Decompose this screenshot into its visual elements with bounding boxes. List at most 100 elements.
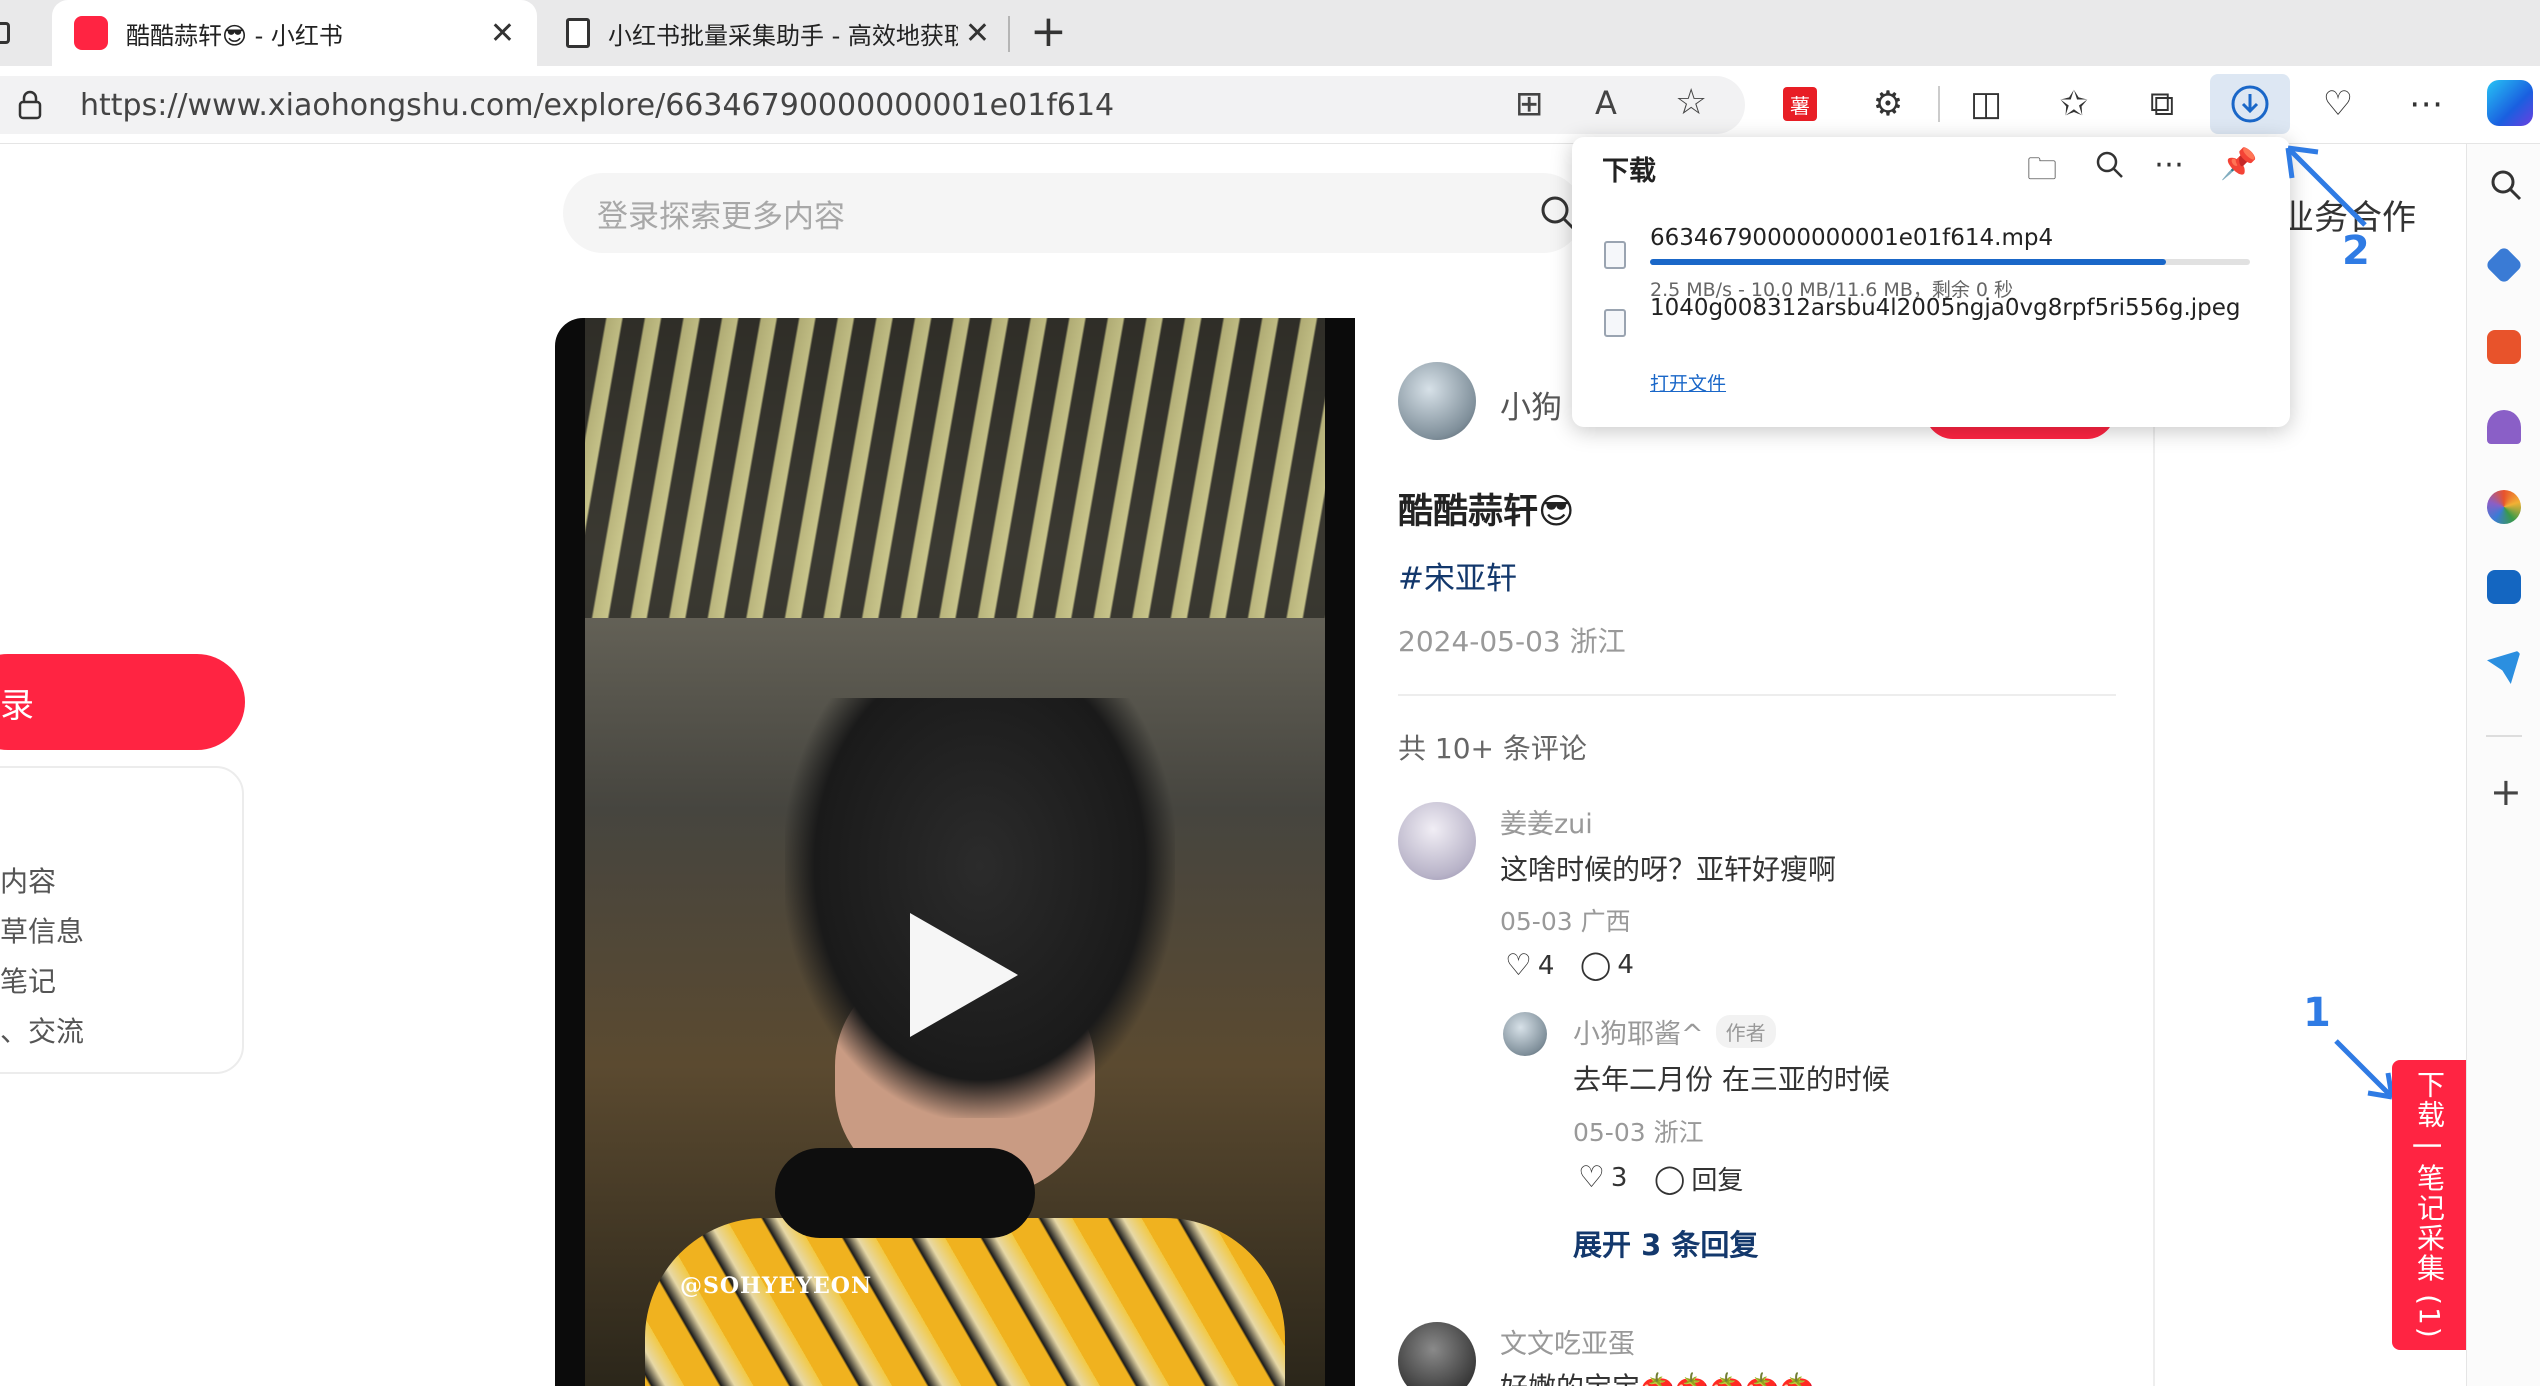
- note-title: 酷酷蒜轩😎: [1398, 492, 1575, 532]
- feature-card: 质内容 拔草信息 的笔记 动、交流: [0, 766, 244, 1074]
- commenter-avatar[interactable]: [1398, 802, 1476, 880]
- games-icon[interactable]: [2487, 410, 2521, 444]
- favorite-star-icon[interactable]: ☆: [1675, 82, 1707, 123]
- reply-button[interactable]: ◯ 回复: [1654, 1160, 1743, 1197]
- annotation-one: 1: [2303, 990, 2331, 1036]
- favorites-icon[interactable]: ✩: [2048, 78, 2100, 130]
- page-icon: [566, 18, 590, 48]
- download-progress-bar: [1650, 259, 2166, 265]
- image-file-icon: [1604, 309, 1626, 337]
- note-date-location: 2024-05-03 浙江: [1398, 625, 1626, 658]
- comment-bubble-icon: ◯: [1654, 1162, 1686, 1195]
- reply-meta: 05-03 浙江: [1573, 1118, 1704, 1147]
- url-text: https://www.xiaohongshu.com/explore/6634…: [80, 87, 1115, 123]
- feature-item: 的笔记: [0, 965, 57, 998]
- video-background: [585, 318, 1325, 618]
- search-downloads-icon[interactable]: [2094, 149, 2126, 185]
- video-player[interactable]: @SOHYEYEON: [555, 318, 1355, 1386]
- downloads-title: 下载: [1602, 156, 1656, 187]
- tab-title: 酷酷蒜轩😎 - 小红书: [126, 21, 343, 50]
- open-file-link[interactable]: 打开文件: [1650, 369, 1726, 396]
- outlook-icon[interactable]: [2487, 570, 2521, 604]
- annotation-arrow-one: [2334, 1039, 2395, 1100]
- commenter-name[interactable]: 姜姜zui: [1500, 802, 1593, 841]
- comment-count: 共 10+ 条评论: [1398, 732, 1587, 765]
- browser-essentials-icon[interactable]: ♡: [2312, 78, 2364, 130]
- close-icon[interactable]: ✕: [490, 16, 515, 51]
- read-aloud-icon[interactable]: A: [1595, 84, 1617, 122]
- collections-icon[interactable]: ⧉: [2136, 78, 2188, 130]
- replier-avatar[interactable]: [1503, 1012, 1547, 1056]
- app-available-icon[interactable]: ⊞: [1515, 84, 1544, 124]
- tools-icon[interactable]: [2487, 330, 2521, 364]
- feature-item: 拔草信息: [0, 915, 85, 948]
- annotation-arrow-two: [2285, 145, 2367, 227]
- reply-label: 回复: [1691, 1166, 1744, 1196]
- reply-text: 去年二月份 在三亚的时候: [1573, 1063, 1890, 1096]
- comment-like[interactable]: ♡ 4: [1505, 948, 1554, 983]
- download-progress-track: [1650, 259, 2250, 265]
- tab-actions-icon[interactable]: [0, 22, 10, 44]
- extension-xhs-icon[interactable]: 薯: [1774, 78, 1826, 130]
- search-bar[interactable]: 登录探索更多内容: [563, 173, 1583, 253]
- comment-text: 好嫩的宝宝🍅🍅🍅🍅🍅: [1500, 1366, 1814, 1386]
- commenter-name[interactable]: 文文吃亚蛋: [1500, 1322, 1635, 1361]
- video-subject-glasses: [775, 1148, 1035, 1238]
- like-count: 4: [1537, 950, 1555, 981]
- tab-divider: [1008, 16, 1010, 52]
- reply-count: 4: [1617, 949, 1634, 980]
- split-screen-icon[interactable]: ◫: [1960, 78, 2012, 130]
- comment-meta: 05-03 广西: [1500, 907, 1631, 936]
- video-subject-shirt: [645, 1218, 1285, 1386]
- reply-header: 小狗耶酱^ 作者: [1573, 1012, 1776, 1051]
- note-tag[interactable]: #宋亚轩: [1398, 553, 1517, 598]
- lock-icon[interactable]: [18, 90, 42, 120]
- heart-icon: ♡: [1505, 948, 1532, 983]
- sidebar-search-icon[interactable]: [2489, 168, 2523, 206]
- downloads-button[interactable]: [2210, 74, 2290, 134]
- more-options-icon[interactable]: ⋯: [2400, 78, 2452, 130]
- downloads-flyout: 下载 🗀 ⋯ 📌 66346790000000001e01f614.mp4 2.…: [1572, 137, 2290, 427]
- close-icon[interactable]: ✕: [965, 16, 990, 51]
- reply-like[interactable]: ♡ 3: [1578, 1160, 1627, 1195]
- xiaohongshu-logo-icon: [74, 16, 108, 50]
- toolbar-divider: [1938, 86, 1940, 122]
- download-icon: [2231, 85, 2269, 123]
- video-watermark: @SOHYEYEON: [680, 1273, 873, 1299]
- login-label: 录: [0, 685, 34, 726]
- play-icon[interactable]: [910, 913, 1018, 1037]
- download-filename[interactable]: 1040g008312arsbu4l2005ngja0vg8rpf5ri556g…: [1650, 295, 2241, 321]
- new-tab-icon[interactable]: +: [1030, 6, 1067, 57]
- video-subject-hair: [785, 698, 1175, 1118]
- feature-item: 质内容: [0, 865, 57, 898]
- author-badge: 作者: [1715, 1015, 1776, 1048]
- author-name[interactable]: 小狗: [1500, 382, 1562, 427]
- video-frame: @SOHYEYEON: [585, 318, 1325, 1386]
- comment-bubble-icon: ◯: [1580, 948, 1612, 981]
- download-filename[interactable]: 66346790000000001e01f614.mp4: [1650, 225, 2053, 251]
- pin-icon[interactable]: 📌: [2220, 147, 2257, 182]
- comment-reply[interactable]: ◯ 4: [1580, 948, 1634, 981]
- more-options-icon[interactable]: ⋯: [2154, 147, 2184, 182]
- extension-button-label: 下载 | 笔记采集 (1): [2413, 1070, 2446, 1340]
- address-bar[interactable]: https://www.xiaohongshu.com/explore/6634…: [0, 76, 1745, 134]
- open-folder-icon[interactable]: 🗀: [2027, 147, 2057, 198]
- heart-icon: ♡: [1578, 1160, 1605, 1195]
- video-file-icon: [1604, 241, 1626, 269]
- expand-replies[interactable]: 展开 3 条回复: [1573, 1222, 1758, 1264]
- tab-collector[interactable]: 小红书批量采集助手 - 高效地获取 ✕: [548, 0, 1008, 66]
- author-avatar[interactable]: [1398, 362, 1476, 440]
- add-sidebar-app-icon[interactable]: +: [2490, 770, 2522, 814]
- replier-name[interactable]: 小狗耶酱^: [1573, 1012, 1704, 1051]
- microsoft365-icon[interactable]: [2487, 490, 2521, 524]
- login-button[interactable]: 录: [0, 654, 245, 750]
- copilot-icon[interactable]: [2487, 80, 2533, 126]
- tab-xiaohongshu[interactable]: 酷酷蒜轩😎 - 小红书 ✕: [52, 0, 537, 66]
- comment-text: 这啥时候的呀？亚轩好瘦啊: [1500, 853, 1837, 886]
- sidebar-divider: [2486, 735, 2522, 737]
- feature-item: 动、交流: [0, 1015, 85, 1048]
- note-collect-download-button[interactable]: 下载 | 笔记采集 (1): [2392, 1060, 2466, 1350]
- like-count: 3: [1610, 1162, 1628, 1193]
- extensions-puzzle-icon[interactable]: ⚙: [1862, 78, 1914, 130]
- search-placeholder: 登录探索更多内容: [597, 198, 845, 235]
